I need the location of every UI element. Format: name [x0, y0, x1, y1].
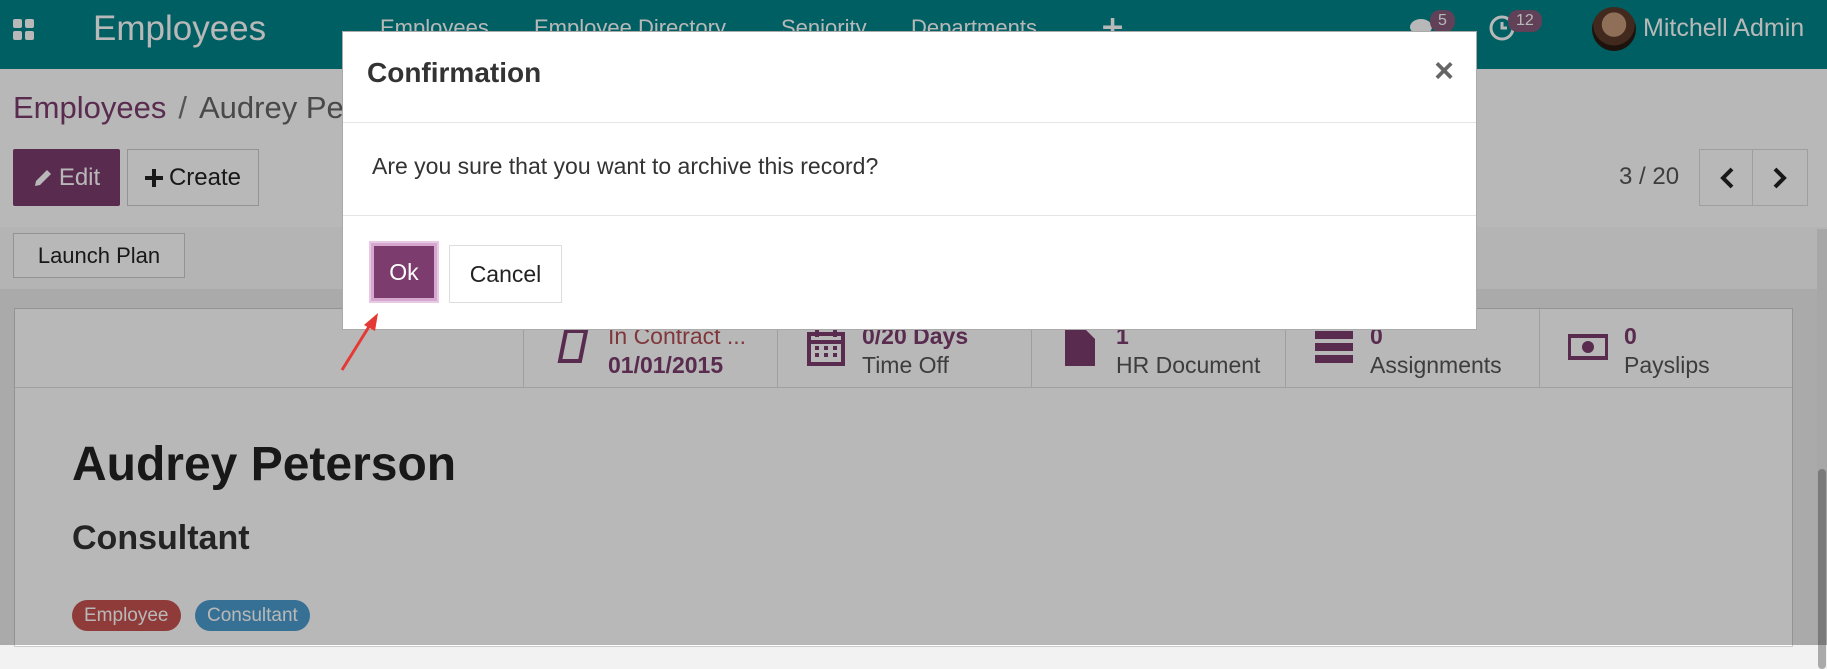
dialog-header: Confirmation × [343, 32, 1476, 123]
cancel-button[interactable]: Cancel [449, 245, 562, 303]
dialog-message: Are you sure that you want to archive th… [372, 153, 879, 179]
confirmation-dialog: Confirmation × Are you sure that you wan… [342, 31, 1477, 330]
dialog-title: Confirmation [367, 57, 542, 88]
ok-button[interactable]: Ok [371, 243, 437, 301]
close-icon[interactable]: × [1434, 52, 1454, 91]
annotation-arrow-icon [340, 313, 378, 371]
dialog-body: Are you sure that you want to archive th… [343, 123, 1476, 216]
